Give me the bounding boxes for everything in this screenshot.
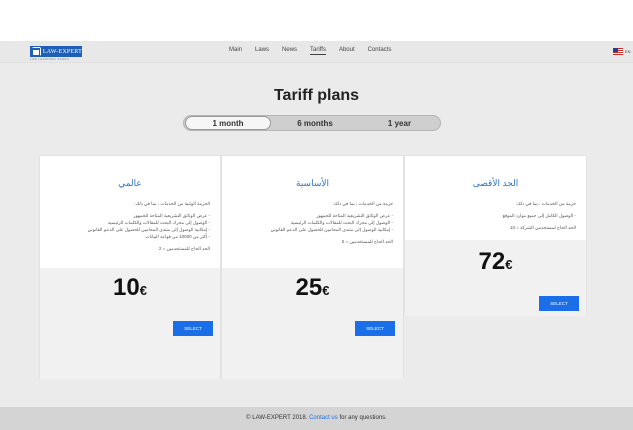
footer: © LAW-EXPERT 2018. Contact us for any qu… — [0, 407, 633, 430]
period-toggle: 1 month 6 months 1 year — [183, 115, 441, 131]
nav-item-news[interactable]: News — [282, 47, 297, 55]
price-currency: € — [505, 257, 513, 272]
plan-card-basic: الأساسية حزمة من الخدمات ، بما في ذلك: -… — [221, 155, 404, 379]
plan-name: عالمي — [118, 178, 142, 188]
feature-item: - الوصول إلى محرك البحث للمقالات والكلما… — [107, 220, 210, 225]
price-area: 72€ SELECT — [405, 240, 586, 316]
footer-copyright: © LAW-EXPERT 2018. — [246, 415, 308, 421]
plan-description: حزمة من الخدمات ، بما في ذلك: - الوصول ا… — [415, 200, 576, 236]
us-flag-icon — [613, 48, 623, 55]
page-main: LAW-EXPERT LAW LEARNING SAGES Main Laws … — [0, 41, 633, 407]
building-icon — [32, 47, 41, 56]
feature-item: - عرض الوثائق التشريعية المتاحة للجمهور — [316, 213, 393, 218]
price-amount: 25 — [295, 274, 323, 301]
user-limit: الحد الحاح للمستخدمين = 5 — [341, 239, 393, 244]
feature-item: - إمكانية الوصول إلى منتدى المحامين للحص… — [270, 227, 393, 232]
feature-list: - عرض الوثائق التشريعية المتاحة للجمهور … — [50, 212, 210, 240]
price-currency: € — [139, 283, 147, 298]
feature-item: - أكثر من 10000 من قواعد البيانات — [145, 234, 210, 239]
feature-item: - عرض الوثائق التشريعية المتاحة للجمهور — [133, 213, 210, 218]
select-plan-button[interactable]: SELECT — [539, 296, 579, 311]
feature-list: - عرض الوثائق التشريعية المتاحة للجمهور … — [232, 212, 393, 233]
plan-description: الحزمة الوثنية من الخدمات ، بما في ذلك: … — [50, 200, 210, 257]
price-area: 25€ SELECT — [222, 268, 403, 379]
nav-item-contacts[interactable]: Contacts — [368, 47, 392, 55]
plan-intro: حزمة من الخدمات ، بما في ذلك: — [515, 201, 576, 206]
plan-card-global: عالمي الحزمة الوثنية من الخدمات ، بما في… — [39, 155, 221, 379]
feature-item: - الوصول الكامل إلى جميع موارد الموقع — [502, 213, 576, 218]
top-blank-area — [0, 0, 633, 41]
plan-intro: حزمة من الخدمات ، بما في ذلك: — [332, 201, 393, 206]
price-amount: 72 — [478, 248, 506, 275]
select-plan-button[interactable]: SELECT — [173, 321, 213, 336]
nav-item-about[interactable]: About — [339, 47, 355, 55]
language-switcher[interactable]: EN — [613, 48, 631, 55]
page-title: Tariff plans — [273, 87, 360, 104]
price-currency: € — [322, 283, 330, 298]
plan-name: الحد الأقصى — [472, 178, 519, 188]
feature-item: - الوصول إلى محرك البحث للمقالات والكلما… — [290, 220, 393, 225]
navbar: LAW-EXPERT LAW LEARNING SAGES Main Laws … — [0, 41, 633, 63]
plan-card-maximum: الحد الأقصى حزمة من الخدمات ، بما في ذلك… — [404, 155, 587, 316]
plan-description: حزمة من الخدمات ، بما في ذلك: - عرض الوث… — [232, 200, 393, 250]
plan-price: 10€ — [40, 274, 220, 302]
plan-intro: الحزمة الوثنية من الخدمات ، بما في ذلك: — [134, 201, 210, 206]
select-plan-button[interactable]: SELECT — [355, 321, 395, 336]
nav-item-tariffs[interactable]: Tariffs — [310, 47, 326, 55]
plan-price: 25€ — [222, 274, 403, 302]
user-limit: الحد الحاح للمستخدمين = 2 — [158, 246, 210, 251]
language-label: EN — [625, 49, 631, 54]
plan-price: 72€ — [405, 248, 586, 276]
contact-us-link[interactable]: Contact us — [309, 415, 338, 421]
price-amount: 10 — [113, 274, 140, 301]
logo[interactable]: LAW-EXPERT — [30, 46, 82, 57]
feature-item: - إمكانية الوصول إلى منتدى المحامين للحص… — [87, 227, 210, 232]
nav-item-laws[interactable]: Laws — [255, 47, 269, 55]
period-option-1-year[interactable]: 1 year — [358, 116, 441, 130]
plan-name: الأساسية — [296, 178, 329, 188]
logo-text: LAW-EXPERT — [42, 48, 82, 55]
logo-tagline: LAW LEARNING SAGES — [30, 57, 70, 61]
user-limit: الحد الحاح لمستخدمي الشركة = 10 — [509, 225, 576, 230]
footer-suffix: for any questions. — [339, 415, 387, 421]
period-option-1-month[interactable]: 1 month — [185, 116, 271, 130]
price-area: 10€ SELECT — [40, 268, 220, 379]
nav-item-main[interactable]: Main — [229, 47, 242, 55]
feature-list: - الوصول الكامل إلى جميع موارد الموقع — [415, 212, 576, 219]
main-nav: Main Laws News Tariffs About Contacts — [229, 47, 404, 55]
period-option-6-months[interactable]: 6 months — [272, 116, 358, 130]
